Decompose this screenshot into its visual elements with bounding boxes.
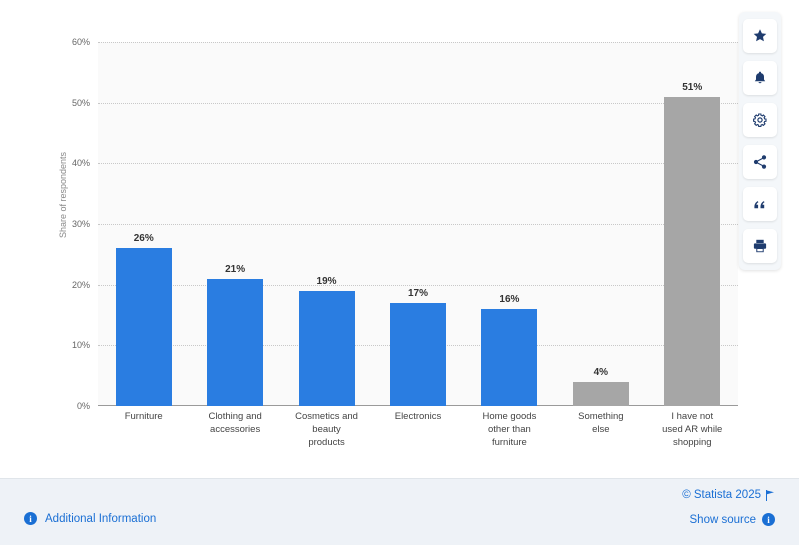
info-icon-source: i — [762, 513, 775, 526]
y-axis-tick-label: 0% — [76, 401, 90, 411]
flag-icon — [766, 489, 775, 501]
additional-information-label: Additional Information — [45, 512, 157, 525]
y-axis-tick-label: 30% — [71, 219, 90, 229]
bar-value-label: 19% — [316, 275, 337, 287]
side-toolbar — [739, 12, 781, 270]
bar-slot: 17% — [372, 42, 463, 406]
bar[interactable]: 26% — [115, 233, 172, 406]
bar-value-label: 16% — [499, 293, 520, 305]
x-axis-tick-label: I have not used AR while shopping — [662, 411, 723, 448]
x-axis-tick-label: Home goods other than furniture — [482, 411, 537, 448]
bar-slot: 16% — [464, 42, 555, 406]
y-axis-tick-label: 20% — [71, 279, 90, 290]
bar-slot: 4% — [555, 42, 646, 406]
bar[interactable]: 51% — [664, 82, 721, 406]
bar-slot: 19% — [281, 42, 372, 406]
bar-slot: 21% — [189, 42, 280, 406]
bar-value-label: 17% — [407, 287, 428, 299]
y-axis-tick-label: 60% — [71, 37, 90, 47]
bar[interactable]: 4% — [572, 367, 629, 406]
bar[interactable]: 17% — [389, 288, 446, 406]
bar-value-label: 51% — [682, 81, 703, 93]
bar-series: 26% 21% 19% 17% 16% 4% 51% — [98, 42, 738, 406]
x-axis-tick-label: Electronics — [394, 411, 442, 422]
y-axis-label: Share of respondents — [58, 151, 68, 238]
y-axis-tick-label: 10% — [71, 340, 90, 351]
bar-value-label: 21% — [225, 263, 246, 275]
copyright-label: © Statista 2025 — [682, 489, 761, 501]
bar-slot: 26% — [98, 42, 189, 406]
bar-value-label: 4% — [593, 366, 609, 378]
share-icon[interactable] — [743, 145, 777, 179]
footer: i Additional Information © Statista 2025… — [0, 478, 799, 545]
show-source-link[interactable]: Show source i — [690, 513, 775, 526]
star-icon[interactable] — [743, 19, 777, 53]
copyright: © Statista 2025 — [682, 489, 775, 501]
bar[interactable]: 16% — [481, 294, 538, 406]
gear-icon[interactable] — [743, 103, 777, 137]
x-axis-tick-label: Clothing and accessories — [208, 411, 262, 435]
x-axis-tick-label: Cosmetics and beauty products — [295, 411, 358, 448]
y-axis-tick-label: 50% — [71, 97, 90, 108]
bar-value-label: 26% — [133, 233, 154, 245]
bell-icon[interactable] — [743, 61, 777, 95]
y-axis-tick-label: 40% — [71, 158, 90, 169]
bar-slot: 51% — [647, 42, 738, 406]
x-axis-tick-label: Something else — [578, 411, 624, 435]
print-icon[interactable] — [743, 229, 777, 263]
x-axis-tick-label: Furniture — [124, 411, 163, 422]
chart-container: Share of respondents 0% 10% 20% 30% 40% 50% 60… — [0, 0, 799, 478]
additional-information-link[interactable]: i Additional Information — [24, 512, 156, 525]
show-source-label: Show source — [689, 513, 756, 526]
info-icon: i — [24, 512, 37, 525]
plot-area: 0% 10% 20% 30% 40% 50% 60% 26% 21% 19% 17% 16% 4% 51… — [72, 37, 738, 411]
bar[interactable]: 21% — [207, 264, 264, 406]
x-axis-labels: Furniture Clothing and accessories Cosmetic… — [98, 410, 738, 449]
quote-icon[interactable] — [743, 187, 777, 221]
bar[interactable]: 19% — [298, 276, 355, 406]
